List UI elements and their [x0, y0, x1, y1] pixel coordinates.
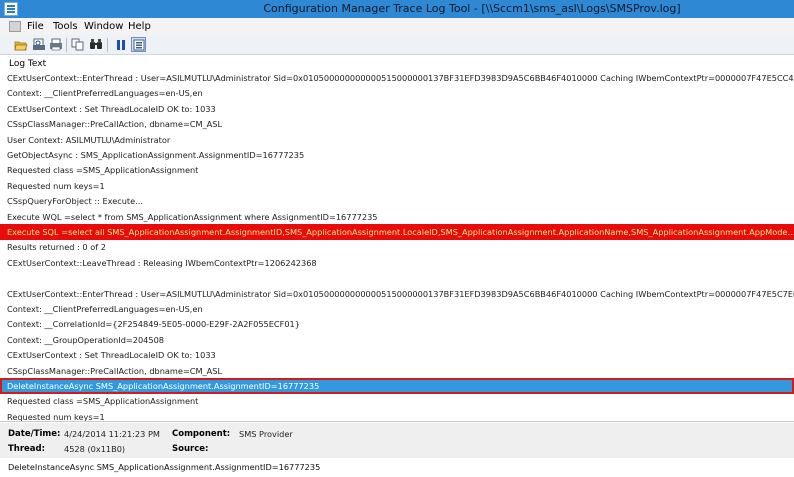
log-row[interactable]: CSspClassManager::PreCallAction, dbname=…: [0, 116, 794, 132]
log-list[interactable]: Log Text CExtUserContext::EnterThread : …: [0, 57, 794, 421]
menu-window[interactable]: Window: [84, 21, 123, 32]
print-icon[interactable]: [48, 37, 63, 52]
log-row[interactable]: GetObjectAsync : SMS_ApplicationAssignme…: [0, 147, 794, 163]
log-row[interactable]: Context: __ClientPreferredLanguages=en-U…: [0, 85, 794, 101]
log-row[interactable]: Requested class =SMS_ApplicationAssignme…: [0, 393, 794, 409]
menu-help[interactable]: Help: [128, 21, 151, 32]
title-bar[interactable]: Configuration Manager Trace Log Tool - […: [0, 0, 794, 18]
log-row[interactable]: Execute SQL =select all SMS_ApplicationA…: [0, 224, 794, 240]
app-icon[interactable]: [4, 2, 18, 16]
datetime-value: 4/24/2014 11:21:23 PM: [64, 429, 160, 439]
source-label: Source:: [172, 444, 209, 454]
log-row[interactable]: Execute WQL =select * from SMS_Applicati…: [0, 209, 794, 225]
find-icon[interactable]: [88, 37, 103, 52]
column-header-log-text[interactable]: Log Text: [2, 57, 46, 71]
thread-label: Thread:: [8, 444, 46, 454]
message-text[interactable]: DeleteInstanceAsync SMS_ApplicationAssig…: [8, 462, 320, 472]
log-row[interactable]: CExtUserContext::EnterThread : User=ASIL…: [0, 70, 794, 86]
log-row[interactable]: Context: __GroupOperationId=204508: [0, 332, 794, 348]
log-row[interactable]: DeleteInstanceAsync SMS_ApplicationAssig…: [0, 378, 794, 394]
document-menu-icon[interactable]: [9, 21, 21, 32]
log-row[interactable]: CExtUserContext : Set ThreadLocaleID OK …: [0, 347, 794, 363]
menu-bar: File Tools Window Help: [0, 18, 794, 35]
copy-icon[interactable]: [70, 37, 85, 52]
log-row[interactable]: User Context: ASILMUTLU\Administrator: [0, 132, 794, 148]
log-row[interactable]: [0, 270, 794, 286]
log-row[interactable]: CExtUserContext::EnterThread : User=ASIL…: [0, 286, 794, 302]
log-row[interactable]: Context: __CorrelationId={2F254849-5E05-…: [0, 316, 794, 332]
open-icon[interactable]: [13, 37, 28, 52]
details-header: Date/Time: 4/24/2014 11:21:23 PM Compone…: [0, 423, 794, 458]
log-row[interactable]: Results returned : 0 of 2: [0, 239, 794, 255]
log-row[interactable]: CExtUserContext::LeaveThread : Releasing…: [0, 255, 794, 271]
thread-value: 4528 (0x11B0): [64, 444, 126, 454]
datetime-label: Date/Time:: [8, 429, 61, 439]
log-row[interactable]: Requested num keys=1: [0, 178, 794, 194]
window-title: Configuration Manager Trace Log Tool - […: [263, 2, 681, 15]
highlight-icon[interactable]: [131, 37, 146, 52]
component-label: Component:: [172, 429, 231, 439]
log-row[interactable]: Context: __ClientPreferredLanguages=en-U…: [0, 301, 794, 317]
print-preview-icon[interactable]: [31, 37, 46, 52]
toolbar: [0, 35, 794, 55]
log-row[interactable]: CSspClassManager::PreCallAction, dbname=…: [0, 363, 794, 379]
log-row[interactable]: CExtUserContext : Set ThreadLocaleID OK …: [0, 101, 794, 117]
toolbar-separator: [66, 38, 67, 52]
log-row[interactable]: Requested class =SMS_ApplicationAssignme…: [0, 162, 794, 178]
menu-tools[interactable]: Tools: [53, 21, 78, 32]
pause-icon[interactable]: [113, 37, 128, 52]
menu-file[interactable]: File: [27, 21, 44, 32]
log-row[interactable]: CSspQueryForObject :: Execute...: [0, 193, 794, 209]
component-value: SMS Provider: [239, 429, 293, 439]
log-row[interactable]: Requested num keys=1: [0, 409, 794, 421]
toolbar-separator: [107, 38, 108, 52]
details-pane: Date/Time: 4/24/2014 11:21:23 PM Compone…: [0, 421, 794, 477]
